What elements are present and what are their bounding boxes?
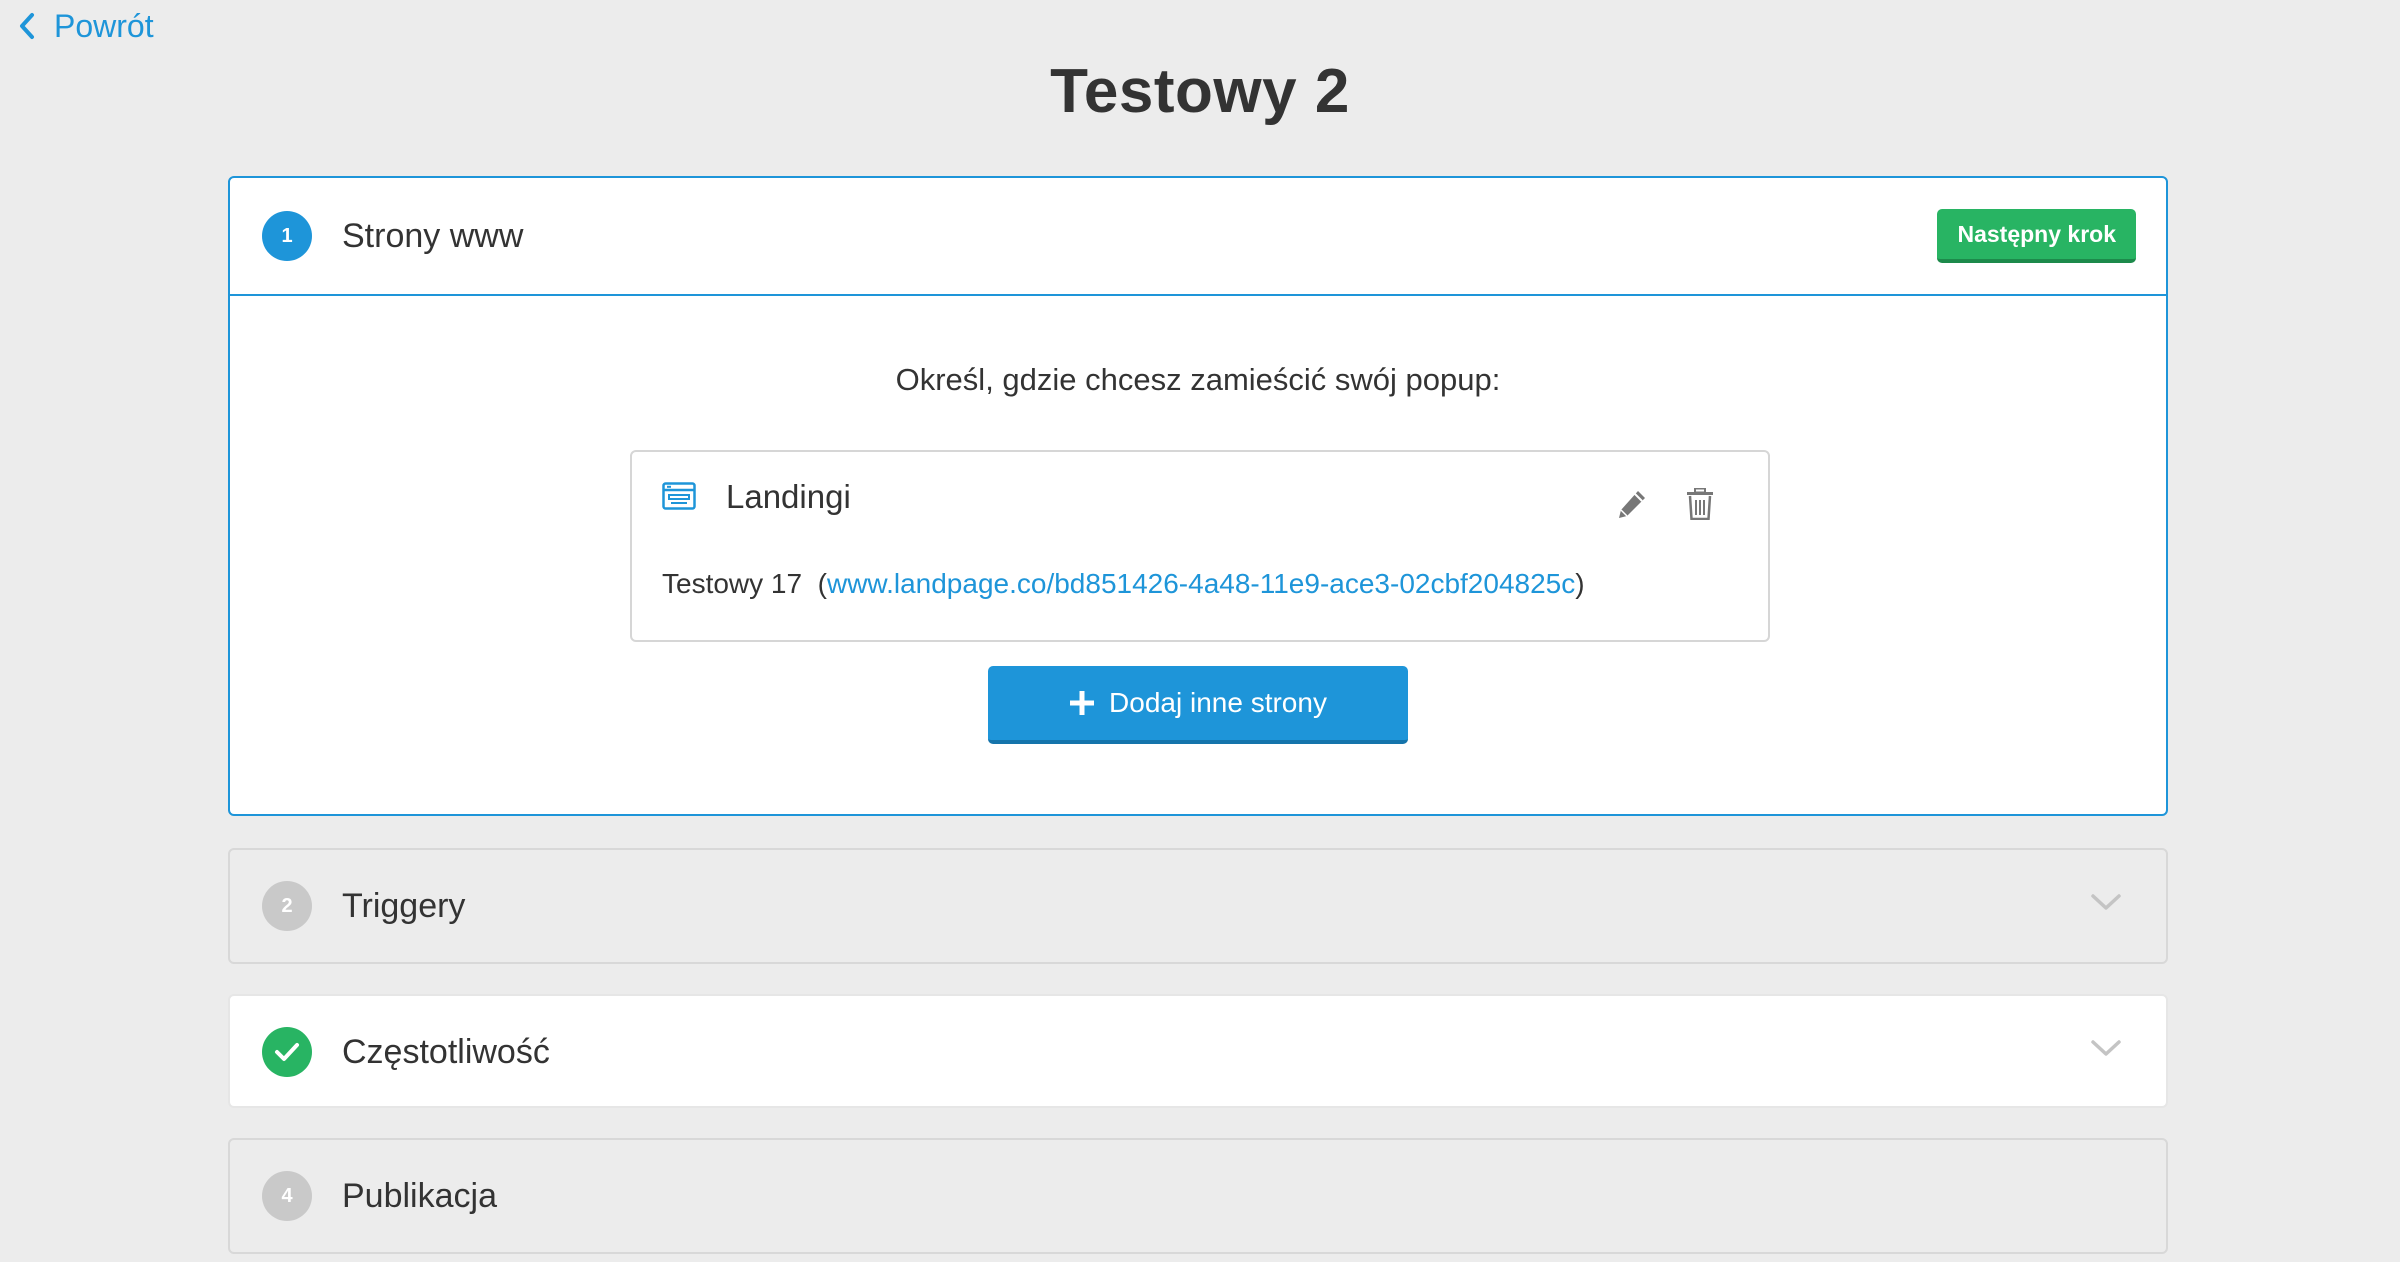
step-frequency: Częstotliwość <box>228 994 2168 1108</box>
step-header-triggers[interactable]: 2 Triggery <box>230 850 2166 962</box>
back-label: Powrót <box>54 7 154 44</box>
step-number-badge: 4 <box>262 1171 312 1221</box>
step-number-badge: 2 <box>262 881 312 931</box>
step-title: Częstotliwość <box>342 1032 550 1071</box>
step-title: Publikacja <box>342 1176 497 1215</box>
step-triggers: 2 Triggery <box>228 848 2168 964</box>
next-step-button[interactable]: Następny krok <box>1937 209 2136 263</box>
website-page-name: Testowy 17 <box>662 568 803 599</box>
website-entry: Testowy 17 (www.landpage.co/bd851426-4a4… <box>662 568 1585 600</box>
step-publication: 4 Publikacja <box>228 1138 2168 1254</box>
step-title: Triggery <box>342 886 466 925</box>
chevron-down-icon[interactable] <box>2090 1038 2122 1063</box>
open-paren: ( <box>817 568 827 599</box>
plus-icon <box>1070 691 1095 715</box>
close-paren: ) <box>1575 568 1585 599</box>
trash-icon[interactable] <box>1686 487 1714 525</box>
websites-instruction: Określ, gdzie chcesz zamieścić swój popu… <box>895 362 1501 397</box>
step-header-frequency[interactable]: Częstotliwość <box>230 996 2166 1108</box>
add-pages-button[interactable]: Dodaj inne strony <box>988 666 1408 744</box>
step-number-badge: 1 <box>262 211 312 261</box>
pencil-icon[interactable] <box>1616 488 1648 525</box>
add-pages-label: Dodaj inne strony <box>1109 687 1327 718</box>
chevron-left-icon <box>20 13 34 39</box>
chevron-down-icon[interactable] <box>2090 892 2122 917</box>
website-url-link[interactable]: www.landpage.co/bd851426-4a48-11e9-ace3-… <box>827 568 1575 599</box>
step-header-publication[interactable]: 4 Publikacja <box>230 1140 2166 1252</box>
step-title: Strony www <box>342 216 524 255</box>
step-websites: 1 Strony www Następny krok Określ, gdzie… <box>228 176 2168 816</box>
back-link[interactable]: Powrót <box>18 4 154 48</box>
website-type-name: Landingi <box>726 478 851 515</box>
browser-window-icon <box>662 482 696 515</box>
website-card: Landingi Testowy 17 (www.landpage.co/bd8… <box>630 450 1770 642</box>
page-title: Testowy 2 <box>1050 57 1350 126</box>
step-header-websites[interactable]: 1 Strony www Następny krok <box>230 178 2166 296</box>
checkmark-icon <box>262 1027 312 1077</box>
